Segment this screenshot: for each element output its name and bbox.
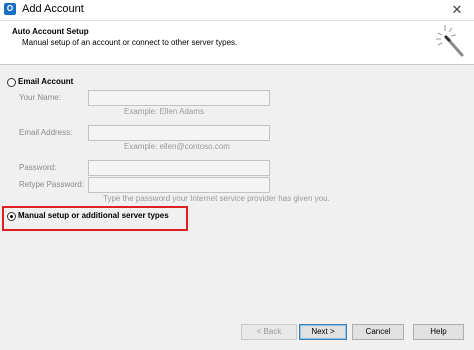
email-address-label: Email Address: <box>19 128 73 137</box>
email-account-radio[interactable] <box>7 78 16 87</box>
your-name-example: Example: Ellen Adams <box>124 107 205 116</box>
email-address-input[interactable] <box>88 125 270 141</box>
password-label: Password: <box>19 163 57 172</box>
your-name-input[interactable] <box>88 90 270 106</box>
close-icon[interactable]: ✕ <box>440 0 474 20</box>
your-name-label: Your Name: <box>19 93 61 102</box>
email-address-example: Example: ellen@contoso.com <box>124 142 230 151</box>
page-title: Auto Account Setup <box>12 27 89 36</box>
help-button[interactable]: Help <box>413 324 464 340</box>
wizard-header: Auto Account Setup Manual setup of an ac… <box>0 21 474 65</box>
page-subtitle: Manual setup of an account or connect to… <box>22 38 238 47</box>
next-button[interactable]: Next > <box>299 324 347 340</box>
outlook-icon: O <box>4 3 16 15</box>
cancel-button[interactable]: Cancel <box>352 324 404 340</box>
window-title: Add Account <box>22 3 84 15</box>
password-hint: Type the password your Internet service … <box>103 194 330 203</box>
password-input[interactable] <box>88 160 270 176</box>
email-account-label[interactable]: Email Account <box>18 77 73 86</box>
wand-sparkle-icon <box>436 25 464 57</box>
title-bar: O Add Account ✕ <box>0 0 474 21</box>
retype-password-label: Retype Password: <box>19 180 84 189</box>
back-button[interactable]: < Back <box>241 324 297 340</box>
retype-password-input[interactable] <box>88 177 270 193</box>
manual-setup-label[interactable]: Manual setup or additional server types <box>18 211 169 220</box>
manual-setup-radio[interactable] <box>7 212 16 221</box>
